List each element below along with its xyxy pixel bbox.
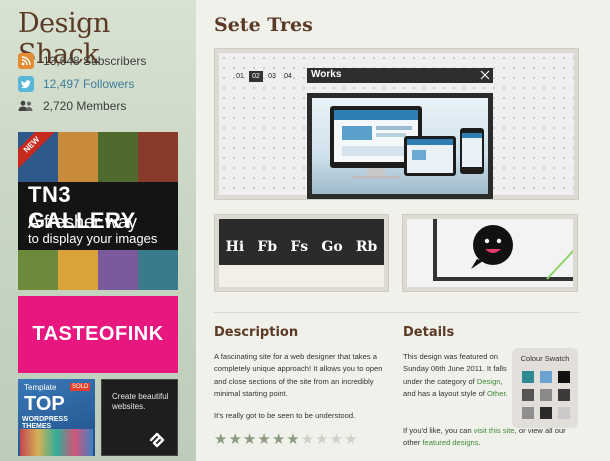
hero-pager: 01 02 03 04 [233,71,295,82]
description-note: It's really got to be seen to be underst… [214,411,356,420]
close-icon[interactable] [479,69,491,81]
section-divider [214,312,579,313]
details-text-part: . [478,438,481,448]
devices-illustration [330,106,484,179]
page-title: Sete Tres [214,14,313,36]
colour-swatch-chip [522,407,534,419]
design-category-link[interactable]: Design [477,377,501,386]
colour-swatch-title: Colour Swatch [520,354,570,363]
details-text: This design was featured on Sunday 06th … [403,351,513,400]
star-empty-icon[interactable]: ★ [344,432,357,447]
members-icon [18,98,34,114]
colour-swatch-chip [540,389,552,401]
rating-stars[interactable]: ★ ★ ★ ★ ★ ★ ★ ★ ★ ★ [214,432,358,447]
star-filled-icon[interactable]: ★ [286,432,299,447]
members-count: 2,720 Members [43,99,127,113]
details-text-part: . [505,388,508,398]
devices-photo-frame [307,93,493,199]
squarespace-ad[interactable]: Create beautiful websites. [101,379,178,456]
star-filled-icon[interactable]: ★ [272,432,285,447]
thumb-nav-item: Fb [257,239,278,255]
subscribers-stat[interactable]: 13,648 Subscribers [18,52,146,70]
description-heading: Description [214,325,299,340]
star-filled-icon[interactable]: ★ [228,432,241,447]
thumb-nav-item: Hi [225,239,245,255]
thumb-nav-item: Go [321,239,343,255]
colour-swatch-chip [558,389,570,401]
details-text-part: If you'd like, you can [403,426,474,435]
members-stat[interactable]: 2,720 Members [18,97,126,115]
featured-designs-link[interactable]: featured designs [422,438,478,447]
template-top-text: TOP [24,393,65,415]
gallery-tagline: A fresher way [28,212,138,232]
thumbnail-strip [219,265,384,287]
star-filled-icon[interactable]: ★ [243,432,256,447]
screenshot-thumbnail[interactable] [402,214,578,292]
gallery-subtagline: to display your images [28,231,158,246]
sidebar: Design Shack 13,648 Subscribers 12,497 F… [0,0,196,461]
colour-swatch-chip [558,407,570,419]
template-label: Template [24,383,57,392]
twitter-icon [18,76,34,92]
colour-swatch-chip [540,407,552,419]
hero-screenshot[interactable]: 01 02 03 04 Works [214,48,579,200]
sold-badge: SOLD [70,383,91,391]
template-sold-ad[interactable]: Template SOLD TOP WORDPRESS THEMES [18,379,95,456]
devices-photo [312,98,488,194]
description-text: A fascinating site for a web designer th… [214,352,383,398]
colour-swatch-panel: Colour Swatch [512,348,578,428]
tn3-gallery-ad[interactable]: NEW TN3 GALLERY A fresher way to display… [18,132,178,290]
template-wordpress-text: WORDPRESS THEMES [22,416,68,430]
works-label: Works [311,69,342,80]
thumbnail-nav-bar: Hi Fb Fs Go Rb [219,219,384,265]
screenshot-thumbnail[interactable]: Hi Fb Fs Go Rb [214,214,389,292]
main-content: Sete Tres 01 02 03 04 Works Hi Fb Fs Go … [196,0,610,461]
details-heading: Details [403,325,455,340]
colour-swatch-chip [522,371,534,383]
pager-item[interactable]: 01 [233,71,247,82]
pager-item[interactable]: 03 [265,71,279,82]
taste-of-ink-ad[interactable]: TASTEOFINK [18,296,178,373]
squarespace-logo-icon [149,432,165,448]
thumb-nav-item: Rb [355,239,378,255]
thumbnail-image [407,219,573,287]
swatch-grid [522,371,570,419]
thumb-nav-item: Fs [290,239,309,255]
star-filled-icon[interactable]: ★ [257,432,270,447]
speech-bubble-mascot-icon [407,219,573,287]
taste-of-ink-text: TASTEOFINK [32,323,164,345]
star-empty-icon[interactable]: ★ [315,432,328,447]
rss-icon [18,53,34,69]
pager-item-active[interactable]: 02 [249,71,263,82]
followers-count: 12,497 Followers [43,77,135,91]
works-bar: Works [307,68,493,83]
hero-dotted-canvas: 01 02 03 04 Works [219,53,574,199]
squarespace-text: Create beautiful websites. [112,392,169,411]
star-empty-icon[interactable]: ★ [330,432,343,447]
colour-swatch-chip [540,371,552,383]
details-links-text: If you'd like, you can visit this site, … [403,425,573,450]
visit-site-link[interactable]: visit this site [474,426,515,435]
star-filled-icon[interactable]: ★ [214,432,227,447]
colour-swatch-chip [522,389,534,401]
template-thumbnails [20,429,93,456]
star-empty-icon[interactable]: ★ [301,432,314,447]
pager-item[interactable]: 04 [281,71,295,82]
colour-swatch-chip [558,371,570,383]
other-style-link[interactable]: Other [487,389,506,398]
subscribers-count: 13,648 Subscribers [43,54,147,68]
followers-stat[interactable]: 12,497 Followers [18,75,134,93]
